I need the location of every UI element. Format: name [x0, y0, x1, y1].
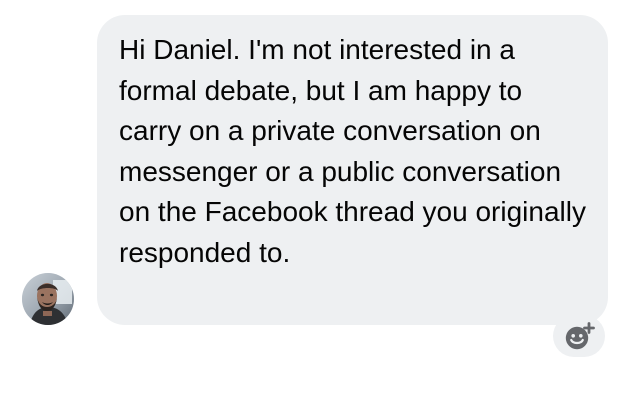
- message-bubble[interactable]: Hi Daniel. I'm not interested in a forma…: [97, 15, 608, 325]
- add-reaction-button[interactable]: [553, 315, 605, 357]
- message-text: Hi Daniel. I'm not interested in a forma…: [119, 34, 586, 268]
- add-reaction-icon: [565, 322, 595, 350]
- message-row: Hi Daniel. I'm not interested in a forma…: [0, 0, 640, 400]
- avatar[interactable]: [22, 273, 74, 325]
- person-avatar-icon: [22, 273, 74, 325]
